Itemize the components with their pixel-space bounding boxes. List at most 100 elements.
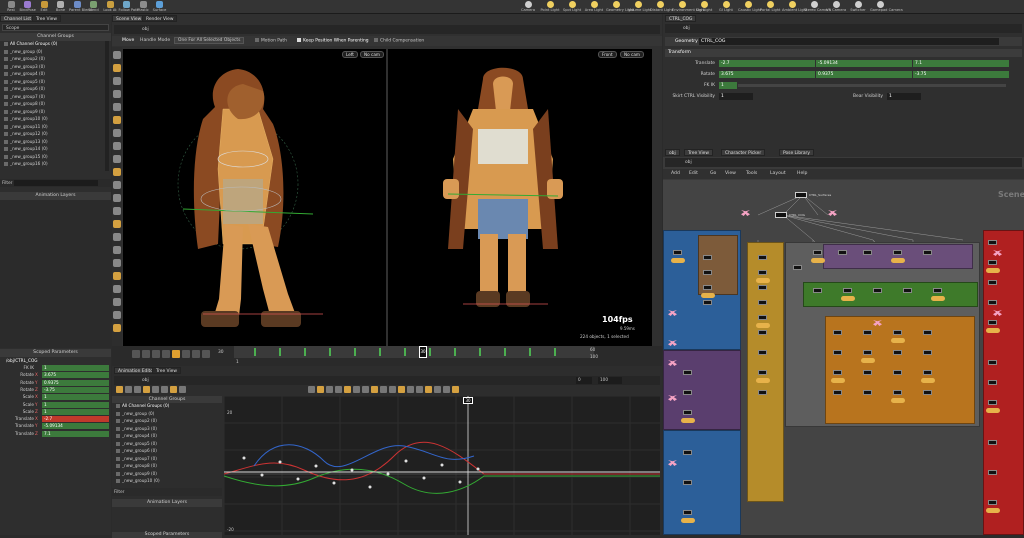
group-checkbox[interactable]	[116, 456, 120, 461]
props-path[interactable]: obj	[665, 26, 690, 31]
anim-tool-icon[interactable]	[326, 386, 333, 393]
group-checkbox[interactable]	[4, 42, 8, 46]
channel-group-row[interactable]: _new_group5 (0)	[116, 441, 157, 447]
net-node[interactable]	[683, 410, 692, 415]
viewport-tool-icon[interactable]	[113, 233, 121, 241]
curve-graph[interactable]: 20 -20 30	[224, 396, 660, 535]
tab-channel-list[interactable]: Channel List	[0, 15, 36, 22]
scoped-param-value[interactable]: 3.675	[42, 372, 109, 379]
step-back-button[interactable]	[152, 350, 160, 358]
net-node[interactable]	[873, 288, 882, 293]
net-node[interactable]	[863, 330, 872, 335]
viewport-tool-icon[interactable]	[113, 220, 121, 228]
group-checkbox[interactable]	[116, 411, 120, 416]
group-checkbox[interactable]	[116, 464, 120, 468]
anim-tool-icon[interactable]	[170, 386, 177, 393]
net-node[interactable]	[843, 288, 852, 293]
shelf-tool-6[interactable]: Look At	[102, 0, 118, 14]
net-node[interactable]	[923, 370, 932, 375]
net-node[interactable]	[833, 350, 842, 355]
path-obj[interactable]: obj	[114, 27, 149, 32]
group-checkbox[interactable]	[116, 434, 120, 438]
net-node[interactable]	[988, 320, 997, 325]
net-null-node[interactable]	[668, 340, 677, 346]
tab-anim-tree-view[interactable]: Tree View	[152, 367, 181, 374]
group-checkbox[interactable]	[4, 109, 8, 114]
net-node[interactable]	[758, 270, 767, 275]
channel-group-row[interactable]: All Channel Groups (0)	[116, 403, 169, 409]
scoped-param-value[interactable]: 7.1	[42, 430, 109, 437]
net-node[interactable]	[758, 350, 767, 355]
net-node[interactable]	[703, 255, 712, 260]
viewport-tool-icon[interactable]	[113, 77, 121, 85]
shelf-tool-9[interactable]: Surface	[152, 0, 168, 14]
net-node[interactable]	[893, 370, 902, 375]
shelf-tool-8[interactable]: Plastic	[135, 0, 151, 14]
bear-vis-field[interactable]: 1	[887, 93, 921, 100]
channel-group-row[interactable]: _new_group3 (0)	[4, 64, 45, 70]
channel-group-row[interactable]: _new_group11 (0)	[4, 124, 48, 130]
child-comp-toggle[interactable]: Child Compensation	[374, 38, 424, 44]
next-key-button[interactable]	[192, 350, 200, 358]
graph-frame-marker[interactable]: 30	[463, 397, 473, 404]
light-tool-5[interactable]: Volume Light	[628, 0, 651, 14]
fkik-slider[interactable]	[738, 84, 1006, 87]
net-tab-1[interactable]: Tree View	[684, 149, 713, 156]
net-node[interactable]	[988, 240, 997, 245]
anim-tool-icon[interactable]	[161, 386, 168, 393]
anim-tool-icon[interactable]	[308, 386, 315, 393]
shelf-tool-3[interactable]: Bone	[53, 0, 69, 14]
channel-group-row[interactable]: _new_group8 (0)	[116, 463, 157, 469]
step-fwd-button[interactable]	[182, 350, 190, 358]
net-node[interactable]	[923, 350, 932, 355]
viewport-tool-icon[interactable]	[113, 129, 121, 137]
net-node[interactable]	[758, 255, 767, 260]
net-tab-0[interactable]: obj	[665, 149, 680, 156]
group-checkbox[interactable]	[116, 449, 120, 453]
light-tool-13[interactable]: Stereo Camera	[804, 0, 831, 14]
light-tool-1[interactable]: Point Light	[540, 0, 560, 14]
light-tool-12[interactable]: Ambient Light	[782, 0, 807, 14]
child-comp-checkbox[interactable]	[374, 38, 378, 42]
channel-group-row[interactable]: _new_group10 (0)	[4, 116, 48, 122]
rotate-y-field[interactable]: 0.9375	[816, 71, 912, 78]
net-node[interactable]	[673, 250, 682, 255]
net-null-node[interactable]	[668, 310, 677, 316]
viewport-tool-icon[interactable]	[113, 103, 121, 111]
light-tool-14[interactable]: VR Camera	[826, 0, 846, 14]
net-node[interactable]	[758, 330, 767, 335]
net-node[interactable]	[893, 250, 902, 255]
transform-tab[interactable]: Transform	[665, 49, 1022, 57]
viewport-tool-icon[interactable]	[113, 207, 121, 215]
shelf-tool-0[interactable]: Rest	[3, 0, 19, 14]
tab-tree-view[interactable]: Tree View	[32, 15, 61, 22]
net-node[interactable]	[988, 280, 997, 285]
net-node[interactable]	[893, 350, 902, 355]
net-node[interactable]	[758, 300, 767, 305]
group-checkbox[interactable]	[4, 94, 8, 99]
net-node[interactable]	[988, 400, 997, 405]
net-node[interactable]	[893, 330, 902, 335]
channel-group-row[interactable]: _new_group4 (0)	[116, 433, 157, 439]
group-checkbox[interactable]	[116, 404, 120, 408]
net-node[interactable]	[833, 330, 842, 335]
anim-tool-icon[interactable]	[380, 386, 387, 393]
channel-group-row[interactable]: _new_group7 (0)	[116, 456, 157, 462]
channel-group-row[interactable]: _new_group9 (0)	[4, 109, 45, 115]
net-node[interactable]	[758, 285, 767, 290]
skirt-vis-field[interactable]: 1	[719, 93, 753, 100]
group-checkbox[interactable]	[4, 72, 8, 76]
net-path[interactable]: obj	[665, 160, 692, 165]
group-checkbox[interactable]	[116, 441, 120, 446]
anim-tool-icon[interactable]	[335, 386, 342, 393]
viewport-tool-icon[interactable]	[113, 168, 121, 176]
net-null-node[interactable]	[668, 395, 677, 401]
anim-tool-icon[interactable]	[125, 386, 132, 393]
net-node[interactable]	[683, 450, 692, 455]
anim-tool-icon[interactable]	[134, 386, 141, 393]
channel-group-row[interactable]: _new_group6 (0)	[116, 448, 157, 454]
anim-tool-icon[interactable]	[179, 386, 186, 393]
channel-group-row[interactable]: _new_group (0)	[4, 49, 42, 55]
light-tool-3[interactable]: Area Light	[584, 0, 604, 14]
viewport-tool-icon[interactable]	[113, 324, 121, 332]
